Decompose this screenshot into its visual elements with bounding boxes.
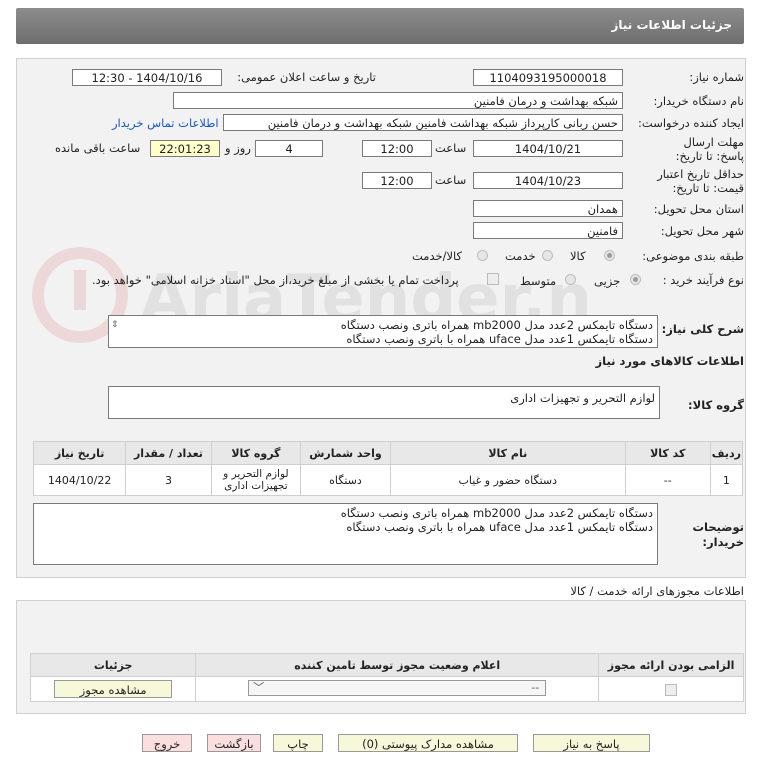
need-number-label: شماره نیاز: — [689, 70, 744, 84]
cell-permit-required — [598, 676, 744, 702]
price-validity-label: حداقل تاریخ اعتبار قیمت: تا تاریخ: — [657, 167, 744, 195]
process-option-minor: جزیی — [594, 274, 621, 288]
process-radio-minor[interactable] — [630, 274, 641, 285]
city-field: فامنین — [473, 222, 623, 239]
scroll-arrows-icon[interactable]: ⇕ — [111, 318, 119, 332]
city-label: شهر محل تحویل: — [660, 224, 744, 238]
col-date: تاریخ نیاز — [32, 441, 127, 465]
price-time-label: ساعت — [435, 173, 467, 187]
buyer-notes-label: توضیحات خریدار: — [692, 520, 745, 549]
print-button[interactable]: چاپ — [273, 734, 323, 752]
chevron-down-icon: ﹀ — [253, 680, 265, 694]
cell-unit: دستگاه — [300, 464, 391, 496]
col-group: گروه کالا — [210, 441, 302, 465]
price-date-field: 1404/10/23 — [473, 172, 623, 189]
summary-label: شرح کلی نیاز: — [661, 322, 744, 336]
category-radio-goods[interactable] — [604, 250, 615, 261]
cell-group: لوازم التحریر و تجهیزات اداری — [210, 464, 302, 496]
days-label: روز و — [225, 141, 251, 155]
process-option-medium: متوسط — [520, 274, 557, 288]
price-time-field: 12:00 — [362, 172, 432, 189]
reply-date-field: 1404/10/21 — [473, 140, 623, 157]
remaining-label: ساعت باقی مانده — [55, 141, 141, 155]
buyer-notes-line: دستگاه تایمکس 2عدد مدل mb2000 همراه باتر… — [340, 506, 653, 520]
cell-code: -- — [624, 464, 711, 496]
col-unit: واحد شمارش — [300, 441, 391, 465]
category-option-goods-service: کالا/خدمت — [412, 249, 463, 263]
summary-line: دستگاه تایمکس 2عدد مدل mb2000 همراه باتر… — [340, 318, 653, 332]
reply-deadline-label: مهلت ارسال پاسخ: تا تاریخ: — [675, 135, 744, 163]
attachments-button[interactable]: مشاهده مدارک پیوستی (0) — [338, 734, 518, 752]
goods-table: ردیف کد کالا نام کالا واحد شمارش گروه کا… — [32, 441, 744, 496]
category-option-service: خدمت — [505, 249, 536, 263]
announce-label: تاریخ و ساعت اعلان عمومی: — [237, 70, 376, 84]
col-name: نام کالا — [389, 441, 626, 465]
col-permit-status: اعلام وضعیت مجوز توسط تامین کننده — [195, 653, 600, 677]
province-label: استان محل تحویل: — [653, 202, 744, 216]
cell-date: 1404/10/22 — [32, 464, 127, 496]
need-number-field: 1104093195000018 — [473, 69, 623, 86]
col-qty: تعداد / مقدار — [125, 441, 212, 465]
payment-note: پرداخت تمام یا بخشی از مبلغ خرید،از محل … — [92, 273, 459, 287]
category-radio-goods-service[interactable] — [477, 250, 488, 261]
treasury-checkbox[interactable] — [487, 273, 499, 285]
process-radio-medium[interactable] — [565, 274, 576, 285]
buyer-notes-line: دستگاه تایمکس 1عدد مدل uface همراه با با… — [346, 520, 653, 534]
goods-group-field: لوازم التحریر و تجهیزات اداری — [108, 386, 660, 419]
reply-button[interactable]: پاسخ به نیاز — [533, 734, 650, 752]
days-count-field: 4 — [255, 140, 323, 157]
col-permit-required: الزامی بودن ارائه مجوز — [598, 653, 744, 677]
buyer-org-label: نام دستگاه خریدار: — [653, 94, 744, 108]
permit-required-checkbox — [665, 683, 678, 696]
goods-table-header: ردیف کد کالا نام کالا واحد شمارش گروه کا… — [32, 441, 744, 465]
cell-permit-details: مشاهده مجوز — [29, 676, 197, 702]
cell-row: 1 — [709, 464, 744, 496]
view-permit-button[interactable]: مشاهده مجوز — [54, 680, 173, 698]
permits-table-header: الزامی بودن ارائه مجوز اعلام وضعیت مجوز … — [29, 653, 744, 677]
category-radio-service[interactable] — [542, 250, 553, 261]
table-row: 1 -- دستگاه حضور و غیاب دستگاه لوازم الت… — [32, 464, 744, 496]
remaining-time-field: 22:01:23 — [150, 140, 220, 157]
cell-name: دستگاه حضور و غیاب — [389, 464, 626, 496]
creator-label: ایجاد کننده درخواست: — [638, 116, 744, 130]
table-row: ﹀ -- مشاهده مجوز — [29, 676, 744, 702]
reply-time-field: 12:00 — [362, 140, 432, 157]
col-permit-details: جزئیات — [29, 653, 197, 677]
category-option-goods: کالا — [570, 249, 586, 263]
back-button[interactable]: بازگشت — [207, 734, 261, 752]
creator-field: حسن ربانی کارپرداز شبکه بهداشت فامنین شب… — [223, 114, 623, 131]
cell-permit-status: ﹀ -- — [195, 676, 600, 702]
category-label: طبقه بندی موضوعی: — [642, 249, 744, 263]
goods-info-title: اطلاعات کالاهای مورد نیاز — [595, 354, 744, 368]
province-field: همدان — [473, 200, 623, 217]
cell-qty: 3 — [125, 464, 212, 496]
reply-time-label: ساعت — [435, 141, 467, 155]
goods-group-label: گروه کالا: — [688, 398, 744, 412]
process-label: نوع فرآیند خرید : — [662, 273, 744, 287]
buyer-org-field: شبکه بهداشت و درمان فامنین — [173, 92, 623, 109]
permit-status-value: -- — [531, 680, 540, 694]
summary-textarea[interactable]: دستگاه تایمکس 2عدد مدل mb2000 همراه باتر… — [108, 315, 658, 348]
buyer-notes-textarea[interactable]: دستگاه تایمکس 2عدد مدل mb2000 همراه باتر… — [33, 503, 658, 565]
announce-datetime-field: 1404/10/16 - 12:30 — [72, 69, 222, 86]
page-title: جزئیات اطلاعات نیاز — [611, 18, 732, 32]
summary-line: دستگاه تایمکس 1عدد مدل uface همراه با با… — [346, 332, 653, 346]
page-header: جزئیات اطلاعات نیاز — [16, 8, 744, 44]
permits-title: اطلاعات مجوزهای ارائه خدمت / کالا — [570, 584, 744, 598]
permit-status-select[interactable]: ﹀ -- — [248, 679, 547, 696]
buyer-contact-link[interactable]: اطلاعات تماس خریدار — [112, 116, 219, 130]
col-row: ردیف — [709, 441, 744, 465]
exit-button[interactable]: خروج — [142, 734, 192, 752]
col-code: کد کالا — [624, 441, 711, 465]
permits-table: الزامی بودن ارائه مجوز اعلام وضعیت مجوز … — [29, 653, 744, 702]
